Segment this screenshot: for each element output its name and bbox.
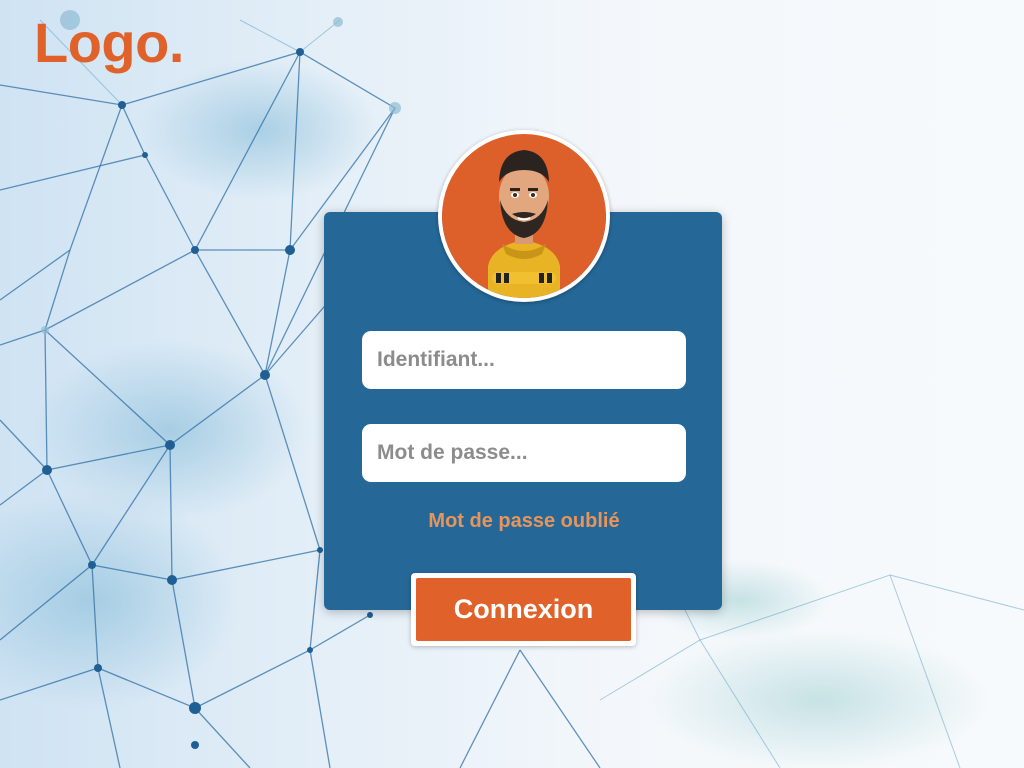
password-input[interactable] xyxy=(362,424,686,482)
login-button[interactable]: Connexion xyxy=(411,573,636,646)
logo: Logo. xyxy=(34,11,184,74)
login-page: Logo. Mot de passe oublié xyxy=(0,0,1024,768)
username-input[interactable] xyxy=(362,331,686,389)
login-button-label: Connexion xyxy=(416,578,631,641)
user-avatar-icon xyxy=(438,130,610,302)
forgot-password-link[interactable]: Mot de passe oublié xyxy=(362,510,686,533)
